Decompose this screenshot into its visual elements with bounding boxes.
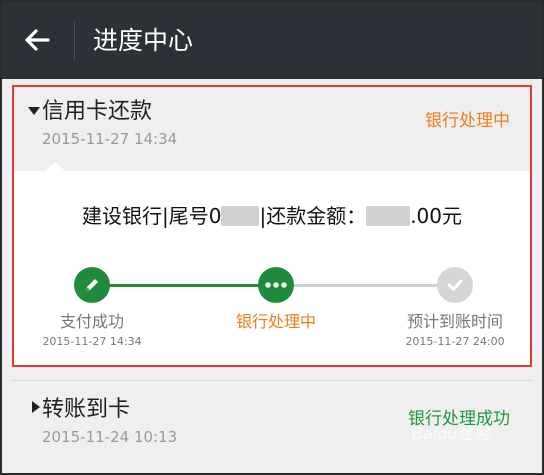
dots-icon [265, 282, 287, 288]
step-label-paid: 支付成功 [59, 312, 124, 331]
app-screen: 进度中心 信用卡还款 2015-11-27 14:34 银行处理中 建设银行|尾… [2, 2, 542, 473]
collapse-caret-icon [28, 107, 40, 115]
step-date-expected: 2015-11-27 24:00 [405, 335, 505, 348]
check-icon [447, 279, 463, 291]
masked-card-number [221, 206, 260, 226]
detail-amount-label: |还款金额： [259, 204, 367, 228]
watermark: Baidu经验 [412, 424, 490, 443]
card-header[interactable]: 信用卡还款 2015-11-27 14:34 银行处理中 [12, 85, 532, 171]
back-button[interactable] [20, 22, 56, 58]
pencil-icon [86, 279, 98, 291]
step-date-paid: 2015-11-27 14:34 [42, 335, 142, 348]
arrow-left-icon [25, 29, 50, 51]
card-date: 2015-11-27 14:34 [42, 130, 178, 148]
progress-line-done [102, 284, 276, 287]
step-paid [74, 267, 110, 303]
detail-bank: 建设银行|尾号0 [81, 204, 222, 228]
card-date: 2015-11-24 10:13 [42, 428, 178, 446]
detail-amount-suffix: .00元 [410, 204, 463, 228]
page-title: 进度中心 [93, 26, 194, 55]
expand-caret-icon [32, 401, 40, 413]
top-bar: 进度中心 [2, 2, 542, 79]
step-label-processing: 银行处理中 [235, 312, 316, 331]
card-title: 信用卡还款 [42, 99, 153, 124]
header-divider [74, 22, 75, 60]
card-status: 银行处理中 [425, 111, 510, 131]
step-processing [258, 267, 294, 303]
step-expected [437, 267, 473, 303]
step-label-expected: 预计到账时间 [406, 312, 503, 331]
credit-card-repayment-card[interactable]: 信用卡还款 2015-11-27 14:34 银行处理中 建设银行|尾号0 |还款… [12, 85, 532, 367]
progress-line-pending [276, 284, 456, 287]
repayment-detail: 建设银行|尾号0 |还款金额： .00元 [12, 201, 532, 231]
masked-amount [366, 206, 411, 226]
card-detail: 建设银行|尾号0 |还款金额： .00元 支付成功 2015-11-27 14:… [12, 171, 532, 367]
card-title: 转账到卡 [42, 397, 131, 422]
